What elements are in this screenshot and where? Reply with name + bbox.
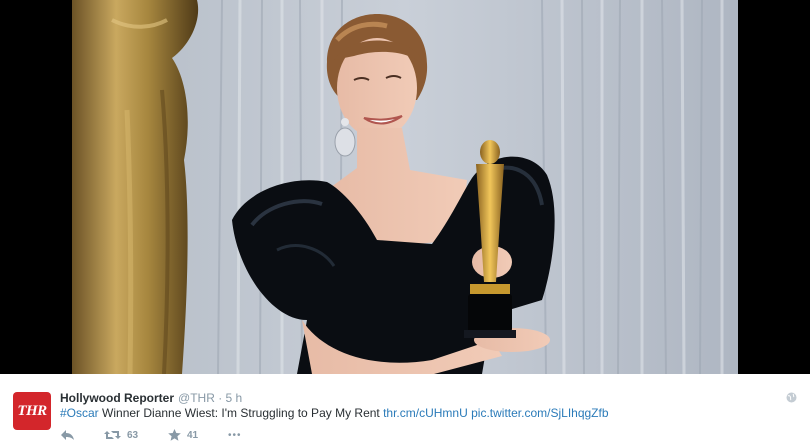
favorite-button[interactable]: 41 [168,429,228,441]
pic-link[interactable]: pic.twitter.com/SjLIhqgZfb [471,406,608,420]
tweet-media[interactable] [0,0,810,374]
author-name[interactable]: Hollywood Reporter [60,391,174,405]
retweet-button[interactable]: 63 [104,429,168,441]
tweet-actions: 63 41 ••• [60,428,242,442]
article-link[interactable]: thr.cm/cUHmnU [383,406,468,420]
separator: · [218,391,223,405]
globe-icon [786,392,797,403]
tweet-header: Hollywood Reporter @THR · 5 h [60,391,242,405]
reply-icon [61,430,74,440]
avatar-logo-text: THR [17,402,47,419]
tweet-text-main: Winner Dianne Wiest: I'm Struggling to P… [98,406,384,420]
photo-image [72,0,738,374]
retweet-icon [104,431,121,439]
retweet-count: 63 [127,429,139,441]
avatar[interactable]: THR [13,392,51,430]
favorite-count: 41 [187,429,199,441]
tweet-photo[interactable] [72,0,738,374]
reply-button[interactable] [60,429,104,441]
star-icon [168,429,181,441]
author-handle[interactable]: @THR [178,391,215,405]
hashtag-link[interactable]: #Oscar [60,406,99,420]
tweet-text: #Oscar Winner Dianne Wiest: I'm Struggli… [60,406,609,420]
more-icon: ••• [228,429,242,441]
more-button[interactable]: ••• [228,430,242,441]
timestamp[interactable]: 5 h [226,391,243,405]
tweet: THR Hollywood Reporter @THR · 5 h #Oscar … [0,374,810,444]
